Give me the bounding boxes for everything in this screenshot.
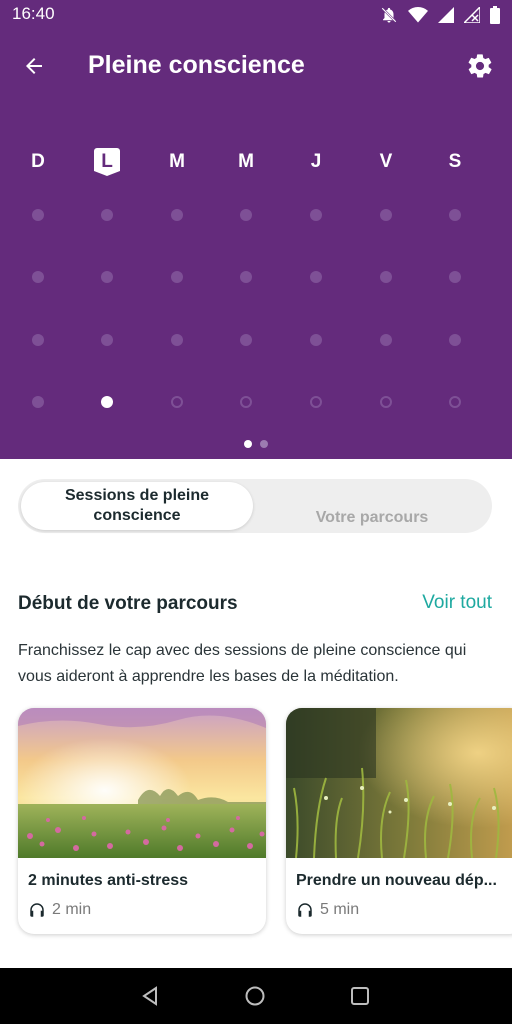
headphones-icon [30, 903, 44, 917]
day-dot [310, 209, 322, 221]
day-header: M [226, 144, 266, 180]
day-dot [380, 209, 392, 221]
day-dot [380, 334, 392, 346]
day-label: L [101, 151, 113, 172]
status-bar: 16:40 [0, 0, 512, 30]
day-dot [240, 209, 252, 221]
day-dot [101, 334, 113, 346]
day-header: S [435, 144, 475, 180]
day-header: V [366, 144, 406, 180]
signal-icon [438, 7, 454, 23]
card-duration: 2 min [28, 901, 91, 919]
status-time: 16:40 [12, 4, 55, 23]
wifi-icon [408, 7, 428, 23]
day-dot [171, 271, 183, 283]
triangle-back-icon [142, 986, 157, 1006]
day-header: J [296, 144, 336, 180]
day-dot [310, 396, 322, 408]
day-dot [101, 271, 113, 283]
day-header: M [157, 144, 197, 180]
system-nav-bar [0, 968, 512, 1024]
session-card[interactable]: Prendre un nouveau dép... 5 min [286, 708, 512, 934]
day-dot [310, 271, 322, 283]
day-label: J [310, 151, 322, 172]
page-indicator [0, 440, 512, 448]
back-button[interactable] [16, 48, 52, 84]
day-label: V [379, 151, 393, 172]
day-label: M [238, 151, 254, 172]
settings-button[interactable] [462, 48, 498, 84]
tab-sessions[interactable]: Sessions de pleine conscience [21, 482, 253, 530]
day-dot [32, 396, 44, 408]
status-icons [380, 6, 500, 24]
day-dot [380, 271, 392, 283]
card-title: 2 minutes anti-stress [28, 872, 189, 889]
circle-home-icon [245, 986, 265, 1006]
gear-icon [468, 54, 492, 78]
headphones-icon [298, 903, 312, 917]
day-dot [171, 396, 183, 408]
square-recents-icon [351, 987, 369, 1005]
day-dot [449, 396, 461, 408]
day-dot [32, 271, 44, 283]
nav-recents-button[interactable] [348, 984, 372, 1008]
see-all-link[interactable]: Voir tout [422, 592, 492, 614]
day-dot [101, 209, 113, 221]
nav-home-button[interactable] [243, 984, 267, 1008]
day-dot [171, 209, 183, 221]
tab-journey[interactable]: Votre parcours [255, 482, 489, 530]
section-description: Franchissez le cap avec des sessions de … [18, 642, 467, 685]
day-dot [449, 209, 461, 221]
arrow-left-icon [26, 58, 42, 74]
card-duration: 5 min [296, 901, 359, 919]
page-dot [260, 440, 268, 448]
day-dot [32, 334, 44, 346]
battery-icon [490, 6, 500, 24]
page-title: Pleine conscience [88, 51, 305, 79]
signal-no-service-icon [464, 7, 480, 23]
day-header: D [18, 144, 58, 180]
day-dot [310, 334, 322, 346]
session-card[interactable]: 2 minutes anti-stress 2 min [18, 708, 266, 934]
day-label: S [448, 151, 462, 172]
page-dot-active [244, 440, 252, 448]
day-dot [240, 396, 252, 408]
day-dot [449, 271, 461, 283]
dnd-bell-off-icon [381, 7, 397, 23]
segmented-control: Sessions de pleine conscience Votre parc… [18, 479, 492, 533]
card-title: Prendre un nouveau dép... [296, 872, 497, 889]
day-header: L [87, 144, 127, 180]
nav-back-button[interactable] [138, 984, 162, 1008]
day-label: D [31, 151, 45, 172]
meadow-sunset-image [18, 708, 266, 858]
day-dot [449, 334, 461, 346]
day-dot [32, 209, 44, 221]
day-dot-completed [101, 396, 113, 408]
day-dot [240, 334, 252, 346]
day-dot [171, 334, 183, 346]
day-dot [380, 396, 392, 408]
section-title: Début de votre parcours [18, 593, 238, 614]
app-bar: Pleine conscience [0, 40, 512, 90]
day-label: M [169, 151, 185, 172]
day-dot [240, 271, 252, 283]
card-duration-text: 2 min [52, 901, 92, 918]
card-duration-text: 5 min [320, 901, 360, 918]
dewy-grass-image [286, 708, 512, 858]
